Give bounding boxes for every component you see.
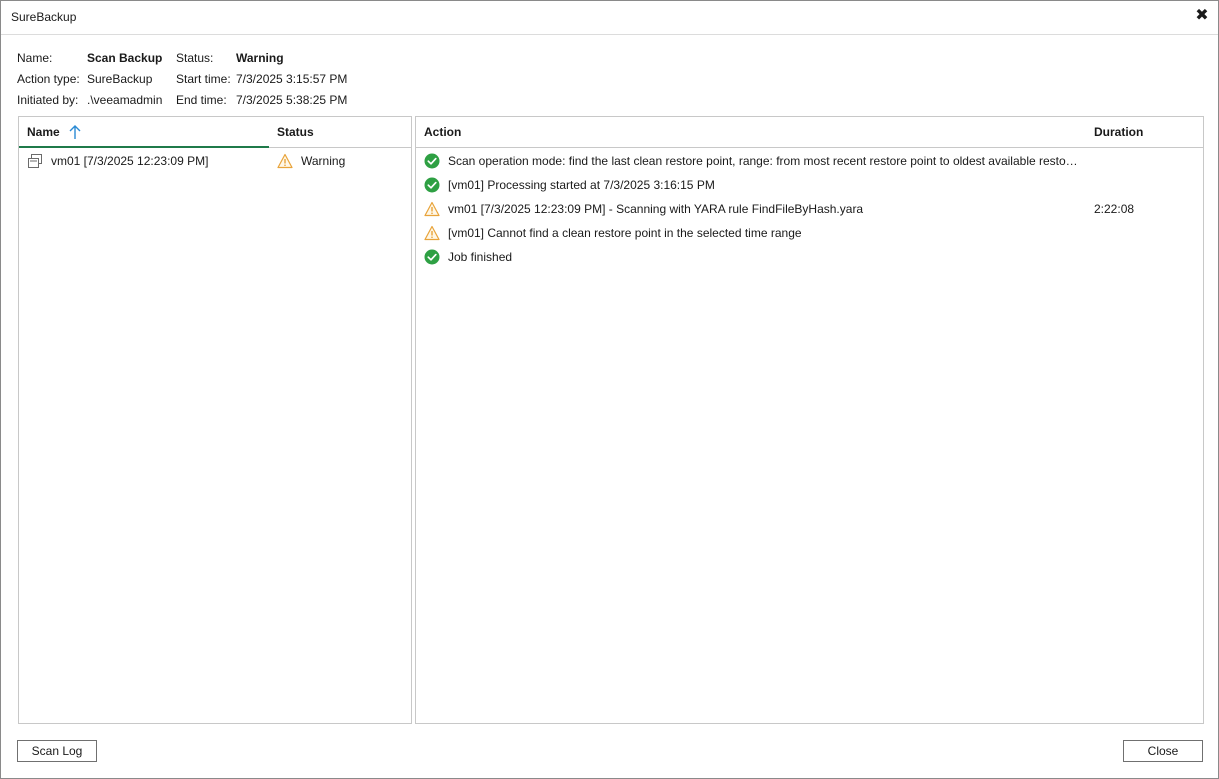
action-row[interactable]: [vm01] Cannot find a clean restore point… (416, 221, 1203, 245)
initiated-by-value: .\veeamadmin (87, 93, 163, 107)
title-bar: SureBackup ✖ (1, 1, 1218, 35)
warning-icon (424, 225, 440, 241)
action-row[interactable]: Job finished (416, 245, 1203, 269)
column-header-action[interactable]: Action (424, 117, 1084, 148)
table-row[interactable]: vm01 [7/3/2025 12:23:09 PM] Warning (19, 149, 411, 173)
end-time-label: End time: (176, 93, 227, 107)
status-value: Warning (236, 51, 284, 65)
column-header-action-label: Action (424, 125, 462, 139)
column-header-status[interactable]: Status (277, 117, 407, 148)
initiated-by-label: Initiated by: (17, 93, 79, 107)
column-header-status-label: Status (277, 125, 314, 139)
column-header-name-label: Name (27, 125, 60, 139)
action-duration: 2:22:08 (1094, 202, 1135, 216)
window-title: SureBackup (11, 10, 77, 24)
action-row[interactable]: vm01 [7/3/2025 12:23:09 PM] - Scanning w… (416, 197, 1203, 221)
success-icon (424, 177, 440, 193)
action-row[interactable]: Scan operation mode: find the last clean… (416, 149, 1203, 173)
row-status: Warning (301, 154, 346, 168)
warning-icon (424, 201, 440, 217)
column-header-name[interactable]: Name (19, 117, 269, 148)
end-time-value: 7/3/2025 5:38:25 PM (236, 93, 348, 107)
status-label: Status: (176, 51, 214, 65)
objects-grid: Name Status vm01 [7/3/2025 12:23:09 PM] (18, 116, 412, 724)
success-icon (424, 249, 440, 265)
surebackup-dialog: SureBackup ✖ Name: Scan Backup Status: W… (0, 0, 1219, 779)
column-header-duration-label: Duration (1094, 125, 1144, 139)
warning-icon (277, 153, 293, 169)
action-text: vm01 [7/3/2025 12:23:09 PM] - Scanning w… (448, 202, 864, 216)
column-header-duration[interactable]: Duration (1094, 117, 1194, 148)
start-time-label: Start time: (176, 72, 231, 86)
start-time-value: 7/3/2025 3:15:57 PM (236, 72, 348, 86)
name-value: Scan Backup (87, 51, 163, 65)
close-button[interactable]: Close (1123, 740, 1203, 762)
action-duration (1094, 173, 1194, 197)
action-type-value: SureBackup (87, 72, 153, 86)
action-text: [vm01] Processing started at 7/3/2025 3:… (448, 178, 715, 192)
action-type-label: Action type: (17, 72, 80, 86)
action-text: Scan operation mode: find the last clean… (448, 154, 1078, 168)
objects-grid-header: Name Status (19, 117, 411, 148)
action-duration (1094, 245, 1194, 269)
scan-log-button[interactable]: Scan Log (17, 740, 97, 762)
close-icon[interactable]: ✖ (1194, 7, 1210, 25)
action-duration (1094, 221, 1194, 245)
actions-grid: Action Duration Scan operation mode: fin… (415, 116, 1204, 724)
row-name: vm01 [7/3/2025 12:23:09 PM] (51, 154, 209, 168)
action-row[interactable]: [vm01] Processing started at 7/3/2025 3:… (416, 173, 1203, 197)
sort-ascending-icon (69, 125, 81, 139)
actions-grid-header: Action Duration (416, 117, 1203, 148)
success-icon (424, 153, 440, 169)
action-text: [vm01] Cannot find a clean restore point… (448, 226, 802, 240)
vm-icon (28, 154, 42, 168)
action-duration (1094, 149, 1194, 173)
name-label: Name: (17, 51, 53, 65)
action-text: Job finished (448, 250, 513, 264)
